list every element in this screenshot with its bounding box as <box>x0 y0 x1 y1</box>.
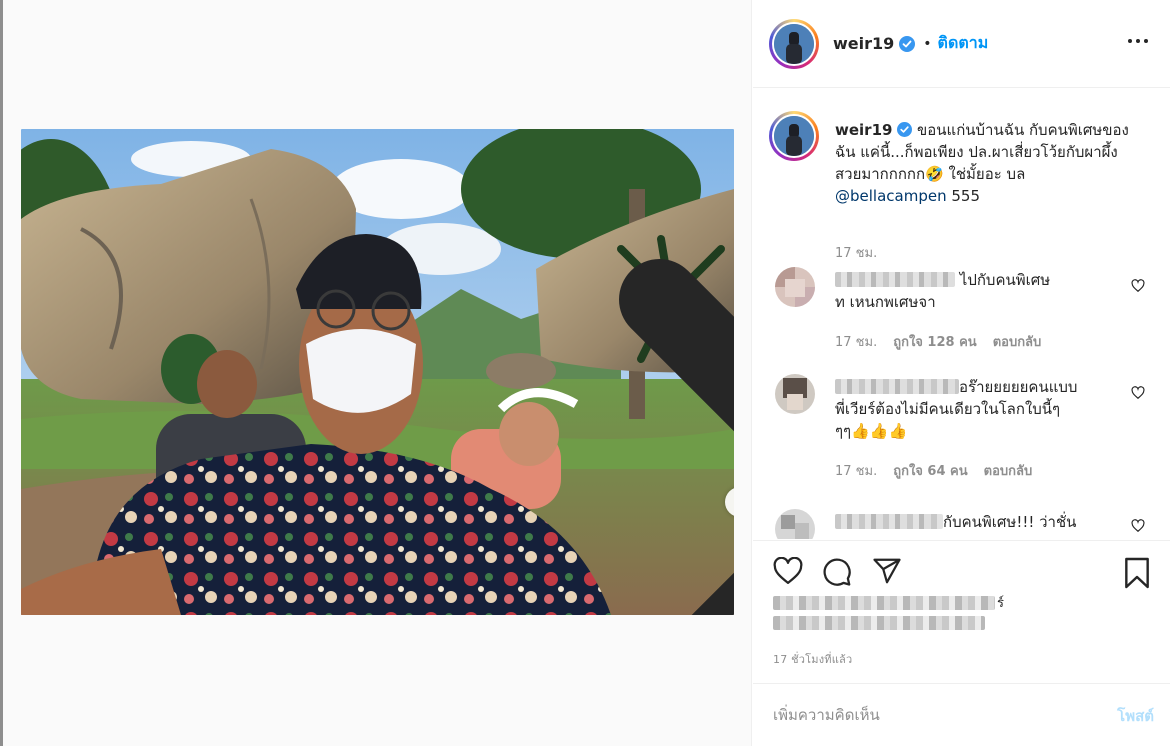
caption-username[interactable]: weir19 <box>835 121 892 139</box>
blurred-likers <box>773 596 995 610</box>
post-photo[interactable] <box>21 129 734 615</box>
comment-text: กับคนพิเศษ!!! ว่าชั่น <box>835 511 1125 533</box>
comment-timestamp[interactable]: 17 ชม. <box>835 460 877 481</box>
comments-list[interactable]: weir19 ขอนแก่นบ้านฉัน กับคนพิเศษของฉัน แ… <box>753 89 1170 539</box>
blurred-username <box>835 272 955 287</box>
reply-button[interactable]: ตอบกลับ <box>993 331 1042 352</box>
chevron-right-icon <box>384 259 734 615</box>
comment-heart-icon[interactable] <box>1131 385 1145 404</box>
separator-dot: • <box>923 35 932 52</box>
post-side-panel: weir19 • ติดตาม weir19 ขอนแก่นบ้านฉัน กั… <box>753 0 1170 746</box>
commenter-avatar[interactable] <box>775 267 815 307</box>
add-comment-form: โพสต์ <box>753 683 1170 746</box>
action-bar <box>753 540 1170 600</box>
likes-summary[interactable]: ร์ <box>773 596 1013 636</box>
more-horizontal-icon[interactable] <box>1126 33 1150 49</box>
likes-suffix: ร์ <box>997 595 1004 611</box>
blurred-likers <box>773 616 985 630</box>
caption-timestamp[interactable]: 17 ชม. <box>835 242 877 263</box>
bookmark-icon[interactable] <box>1123 557 1151 593</box>
verified-badge-icon <box>897 121 913 139</box>
post-comment-button[interactable]: โพสต์ <box>1117 704 1154 728</box>
author-username[interactable]: weir19 <box>833 34 894 53</box>
blurred-username <box>835 379 959 394</box>
caption-text: weir19 ขอนแก่นบ้านฉัน กับคนพิเศษของฉัน แ… <box>835 119 1135 207</box>
comment-meta: 17 ชม. ถูกใจ 64 คน ตอบกลับ <box>835 460 1032 481</box>
next-photo-button[interactable] <box>618 259 734 615</box>
reply-button[interactable]: ตอบกลับ <box>984 460 1033 481</box>
paper-plane-icon[interactable] <box>872 557 902 589</box>
comment-timestamp[interactable]: 17 ชม. <box>835 331 877 352</box>
comment-heart-icon[interactable] <box>1131 278 1145 297</box>
caption-suffix: 555 <box>946 187 980 205</box>
comment-icon[interactable] <box>822 557 852 591</box>
commenter-avatar[interactable] <box>775 374 815 414</box>
comment-like-count[interactable]: ถูกใจ 64 คน <box>893 460 967 481</box>
blurred-username <box>835 514 943 529</box>
follow-button[interactable]: ติดตาม <box>938 31 989 56</box>
heart-icon[interactable] <box>773 556 803 589</box>
comment-text: อร๊ายยยยยคนแบบ พี่เวียร์ต้องไม่มีคนเดียว… <box>835 378 1078 440</box>
comment-like-count[interactable]: ถูกใจ 128 คน <box>893 331 976 352</box>
verified-badge-icon <box>899 35 916 52</box>
author-avatar[interactable] <box>769 18 819 69</box>
comment-text: ไปกับคนพิเศษ ท เหนกพเศษจา <box>835 271 1051 311</box>
commenter-avatar[interactable] <box>775 509 815 539</box>
comment-meta: 17 ชม. ถูกใจ 128 คน ตอบกลับ <box>835 331 1041 352</box>
comment-input[interactable] <box>773 702 1073 728</box>
media-panel <box>3 0 752 746</box>
post-header: weir19 • ติดตาม <box>753 0 1170 88</box>
comment-heart-icon[interactable] <box>1131 518 1145 537</box>
caption-mention-link[interactable]: @bellacampen <box>835 187 947 205</box>
caption-avatar[interactable] <box>769 111 819 161</box>
post-timestamp[interactable]: 17 ชั่วโมงที่แล้ว <box>773 650 852 668</box>
